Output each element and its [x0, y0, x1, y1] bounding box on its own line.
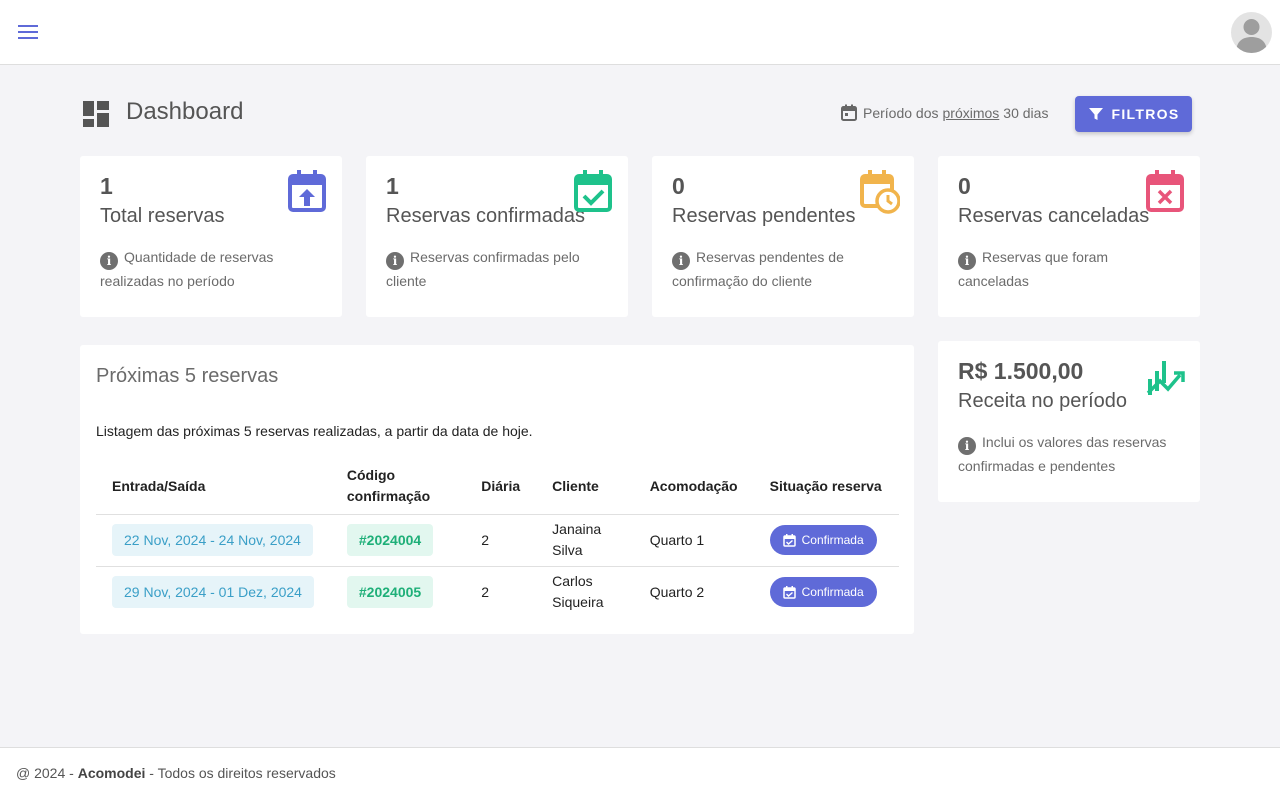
- status-chip[interactable]: Confirmada: [769, 577, 877, 608]
- room-cell: Quarto 2: [649, 583, 705, 600]
- stat-label: Reservas pendentes: [672, 205, 856, 227]
- table-header-row: Entrada/Saída Código confirmação Diária …: [96, 459, 899, 515]
- stat-value: 0: [672, 173, 685, 199]
- column-header: Entrada/Saída: [96, 459, 331, 515]
- user-avatar[interactable]: [1231, 12, 1272, 53]
- calendar-remove-icon: [1146, 170, 1184, 212]
- reservations-table: Entrada/Saída Código confirmação Diária …: [96, 459, 899, 618]
- table-row[interactable]: 22 Nov, 2024 - 24 Nov, 2024 #2024004 2 J…: [96, 514, 899, 567]
- stat-label: Reservas confirmadas: [386, 205, 585, 227]
- stat-card-confirmed: 1 Reservas confirmadas i Reservas confirm…: [366, 156, 628, 317]
- column-header: Acomodação: [633, 459, 754, 515]
- list-title: Próximas 5 reservas: [96, 365, 279, 387]
- calendar-check-icon: [782, 585, 796, 599]
- footer: @ 2024 - Acomodei - Todos os direitos re…: [0, 747, 1280, 800]
- stat-value: 1: [386, 173, 399, 199]
- top-bar: [0, 0, 1280, 65]
- filters-button[interactable]: FILTROS: [1075, 96, 1192, 132]
- stat-desc: Quantidade de reservas realizadas no per…: [100, 249, 274, 289]
- footer-brand: Acomodei: [77, 765, 146, 781]
- client-cell: Janaina Silva: [536, 514, 634, 567]
- info-icon: i: [672, 252, 690, 270]
- calendar-clock-icon: [860, 170, 900, 214]
- footer-prefix: @ 2024 -: [16, 765, 74, 781]
- stat-card-cancelled: 0 Reservas canceladas i Reservas que fora…: [938, 156, 1200, 317]
- column-header: Código confirmação: [330, 459, 466, 515]
- stat-label: Reservas canceladas: [958, 205, 1150, 227]
- filters-button-label: FILTROS: [1111, 106, 1180, 122]
- period-prefix: Período dos: [863, 105, 939, 121]
- date-range-chip: 29 Nov, 2024 - 01 Dez, 2024: [112, 576, 314, 609]
- stat-card-total: 1 Total reservas i Quantidade de reservas…: [80, 156, 342, 317]
- revenue-card: R$ 1.500,00 Receita no período i Inclui o…: [938, 341, 1200, 502]
- info-icon: i: [958, 252, 976, 270]
- daily-cell: 2: [481, 583, 490, 600]
- page-title: Dashboard: [126, 98, 244, 125]
- footer-suffix: - Todos os direitos reservados: [149, 765, 336, 781]
- daily-cell: 2: [465, 514, 537, 567]
- date-range-chip: 22 Nov, 2024 - 24 Nov, 2024: [112, 524, 313, 556]
- confirmation-code-chip: #2024005: [346, 576, 434, 609]
- period-suffix: 30 dias: [1003, 105, 1049, 121]
- stat-desc: Reservas pendentes de confirmação do cli…: [672, 249, 844, 289]
- revenue-value: R$ 1.500,00: [958, 358, 1084, 384]
- status-label: Confirmada: [801, 532, 864, 547]
- info-icon: i: [386, 252, 404, 270]
- stat-label: Total reservas: [100, 205, 225, 227]
- calendar-check-icon: [574, 170, 612, 212]
- filter-icon: [1088, 108, 1103, 120]
- dashboard-icon: [83, 101, 109, 127]
- column-header: Cliente: [536, 459, 634, 515]
- room-cell: Quarto 1: [633, 514, 754, 567]
- chart-trend-icon: [1146, 361, 1185, 395]
- calendar-check-icon: [782, 533, 796, 547]
- period-info: Período dos próximos 30 dias: [840, 104, 1048, 122]
- period-link[interactable]: próximos: [943, 105, 1000, 121]
- info-icon: i: [100, 252, 118, 270]
- stat-value: 0: [958, 173, 971, 199]
- column-header: Situação reserva: [753, 459, 899, 515]
- stat-desc: Reservas que foram canceladas: [958, 249, 1109, 289]
- list-subtitle: Listagem das próximas 5 reservas realiza…: [96, 423, 533, 439]
- upcoming-reservations-card: Próximas 5 reservas Listagem das próxima…: [80, 345, 914, 634]
- stat-card-pending: 0 Reservas pendentes i Reservas pendentes…: [652, 156, 914, 317]
- revenue-desc: Inclui os valores das reservas confirmad…: [958, 434, 1167, 474]
- stat-value: 1: [100, 173, 113, 199]
- calendar-upload-icon: [288, 170, 326, 212]
- status-label: Confirmada: [801, 584, 864, 599]
- menu-icon[interactable]: [14, 20, 42, 44]
- revenue-label: Receita no período: [958, 390, 1128, 412]
- column-header: Diária: [465, 459, 537, 515]
- stat-desc: Reservas confirmadas pelo cliente: [386, 249, 580, 289]
- status-chip[interactable]: Confirmada: [769, 525, 877, 555]
- client-cell: Carlos Siqueira: [552, 573, 604, 611]
- table-row[interactable]: 29 Nov, 2024 - 01 Dez, 2024 #2024005 2 C…: [96, 566, 899, 618]
- confirmation-code-chip: #2024004: [346, 524, 434, 556]
- info-icon: i: [958, 437, 976, 455]
- calendar-icon: [841, 104, 857, 121]
